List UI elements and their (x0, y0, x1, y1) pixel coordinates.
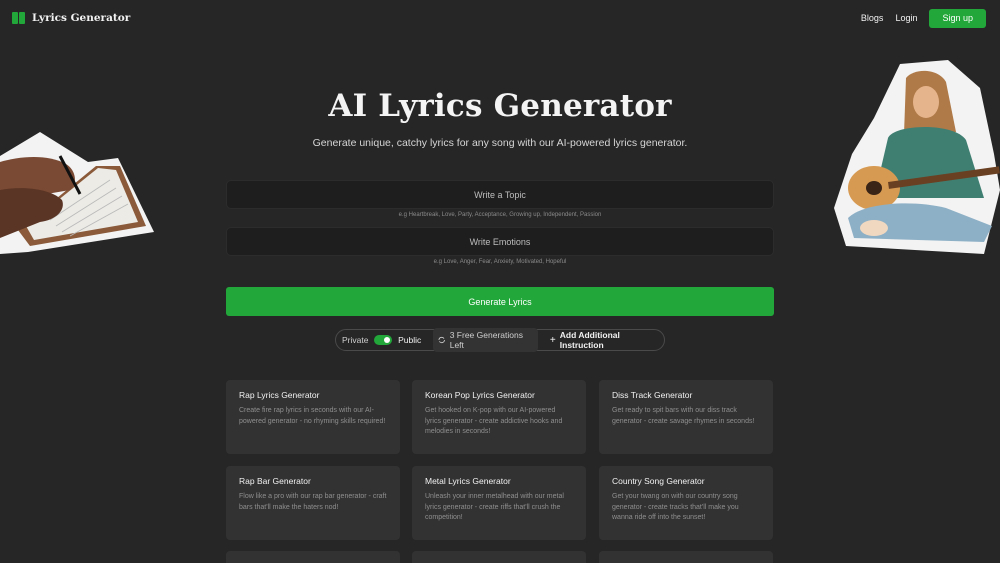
card-rap-bar[interactable]: Rap Bar Generator Flow like a pro with o… (226, 466, 400, 540)
card-description: Create fire rap lyrics in seconds with o… (239, 407, 386, 425)
brand-name: Lyrics Generator (32, 12, 131, 24)
topic-hint: e.g Heartbreak, Love, Party, Acceptance,… (398, 212, 602, 218)
generations-left-text: 3 Free Generations Left (449, 330, 523, 350)
nav-login[interactable]: Login (895, 13, 917, 23)
visibility-toggle[interactable] (374, 335, 393, 345)
generations-counter: 3 Free Generations Left (433, 328, 538, 352)
card-rap-lyrics[interactable]: Rap Lyrics Generator Create fire rap lyr… (226, 380, 400, 454)
card-kpop-lyrics[interactable]: Korean Pop Lyrics Generator Get hooked o… (412, 380, 586, 454)
plus-icon: + (549, 334, 556, 346)
card-title: Diss Track Generator (612, 390, 693, 400)
generate-lyrics-button[interactable]: Generate Lyrics (226, 287, 774, 316)
emotions-hint: e.g Love, Anger, Fear, Anxiety, Motivate… (433, 259, 567, 265)
signup-button[interactable]: Sign up (929, 8, 986, 28)
add-instruction-button[interactable]: + Add Additional Instruction (550, 330, 658, 350)
nav-blogs[interactable]: Blogs (861, 13, 884, 23)
card-partial[interactable] (226, 551, 400, 563)
topic-input[interactable] (226, 180, 774, 209)
card-description: Get hooked on K-pop with our AI-powered … (425, 407, 563, 435)
add-instruction-label: Add Additional Instruction (559, 330, 620, 350)
refresh-icon (438, 336, 446, 344)
top-nav: Blogs Login Sign up (861, 8, 986, 28)
brand[interactable]: Lyrics Generator (12, 12, 130, 24)
card-description: Get ready to spit bars with our diss tra… (612, 407, 755, 425)
card-title: Korean Pop Lyrics Generator (425, 390, 535, 400)
card-title: Metal Lyrics Generator (425, 476, 511, 486)
public-label: Public (398, 335, 422, 345)
page-subtitle: Generate unique, catchy lyrics for any s… (312, 137, 688, 149)
card-description: Flow like a pro with our rap bar generat… (239, 493, 387, 511)
options-bar: Private Public 3 Free Generations Left +… (335, 328, 665, 352)
brand-logo-icon (12, 12, 26, 24)
card-partial[interactable] (412, 551, 586, 563)
card-title: Rap Lyrics Generator (239, 390, 320, 400)
card-country-song[interactable]: Country Song Generator Get your twang on… (599, 466, 773, 540)
card-title: Country Song Generator (612, 476, 705, 486)
card-diss-track[interactable]: Diss Track Generator Get ready to spit b… (599, 380, 773, 454)
card-metal-lyrics[interactable]: Metal Lyrics Generator Unleash your inne… (412, 466, 586, 540)
card-description: Get your twang on with our country song … (612, 493, 739, 521)
private-label: Private (342, 335, 369, 345)
card-description: Unleash your inner metalhead with our me… (425, 493, 564, 521)
emotions-input[interactable] (226, 227, 774, 256)
top-header: Lyrics Generator Blogs Login Sign up (0, 0, 1000, 36)
card-partial[interactable] (599, 551, 773, 563)
card-title: Rap Bar Generator (239, 476, 311, 486)
page-title: AI Lyrics Generator (328, 88, 672, 124)
